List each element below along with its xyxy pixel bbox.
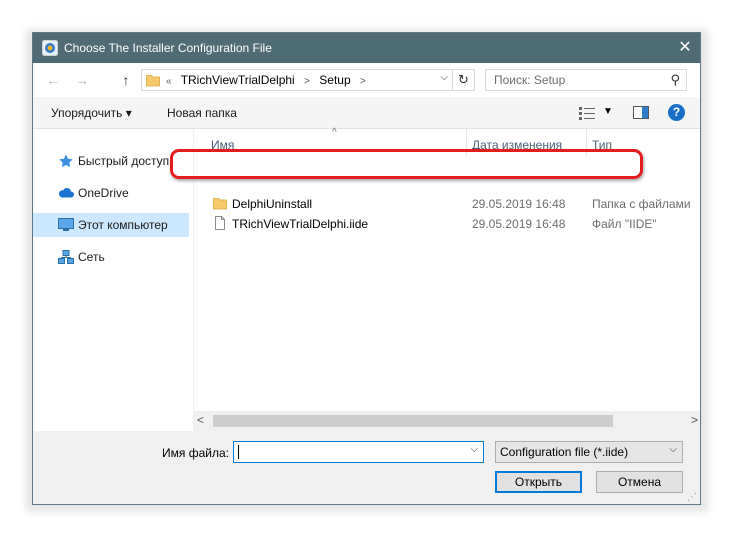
- sidebar-item-onedrive[interactable]: OneDrive: [33, 181, 189, 205]
- sidebar-item-label: OneDrive: [78, 186, 129, 200]
- file-type: Файл "IIDE": [592, 217, 657, 231]
- sort-ascending-icon: ^: [332, 127, 337, 138]
- breadcrumb-item-setup[interactable]: Setup: [319, 73, 350, 87]
- arrow-up-icon[interactable]: ↑: [117, 71, 135, 89]
- file-icon: [215, 216, 225, 230]
- chevron-right-icon[interactable]: >: [304, 76, 310, 87]
- navigation-pane: Быстрый доступ OneDrive Этот компьютер С…: [33, 129, 193, 431]
- file-name: DelphiUninstall: [232, 197, 313, 211]
- sidebar-item-quick-access[interactable]: Быстрый доступ: [33, 149, 189, 173]
- search-box[interactable]: ⚲: [485, 69, 687, 91]
- breadcrumb-overflow[interactable]: «: [166, 76, 172, 87]
- installer-app-icon: [42, 40, 58, 56]
- open-button[interactable]: Открыть: [495, 471, 582, 493]
- new-folder-button[interactable]: Новая папка: [167, 106, 237, 120]
- cloud-icon: [59, 188, 74, 198]
- star-icon: [59, 154, 73, 168]
- navigation-bar: ← → ↑ « TRichViewTrialDelphi > Setup > ⌵…: [33, 63, 700, 97]
- arrow-right-icon[interactable]: →: [73, 71, 91, 89]
- cancel-button[interactable]: Отмена: [596, 471, 683, 493]
- chevron-down-icon[interactable]: ⌵: [470, 444, 478, 455]
- sidebar-item-label: Сеть: [78, 250, 105, 264]
- file-name: TRichViewTrialDelphi.iide: [232, 217, 369, 231]
- filename-field[interactable]: ⌵: [233, 441, 484, 463]
- chevron-down-icon[interactable]: ⌵: [669, 444, 677, 455]
- folder-icon: [213, 198, 227, 210]
- sidebar-item-label: Быстрый доступ: [78, 154, 170, 168]
- file-dialog: Choose The Installer Configuration File …: [32, 32, 701, 505]
- window-title: Choose The Installer Configuration File: [64, 41, 272, 55]
- highlight-annotation: [170, 149, 643, 179]
- dialog-footer: Имя файла: ⌵ Configuration file (*.iide)…: [33, 431, 700, 504]
- breadcrumb: « TRichViewTrialDelphi > Setup >: [166, 73, 372, 87]
- scroll-left-icon[interactable]: <: [197, 413, 204, 427]
- sidebar-item-network[interactable]: Сеть: [33, 245, 189, 269]
- list-item-delphiuninstall[interactable]: DelphiUninstall 29.05.2019 16:48 Папка с…: [194, 193, 700, 213]
- filetype-select[interactable]: Configuration file (*.iide) ⌵: [495, 441, 683, 463]
- filename-label: Имя файла:: [162, 446, 229, 460]
- address-bar[interactable]: « TRichViewTrialDelphi > Setup > ⌵ ↻: [141, 69, 475, 91]
- search-icon[interactable]: ⚲: [670, 72, 680, 88]
- chevron-down-icon[interactable]: ⌵: [440, 72, 448, 83]
- command-toolbar: Упорядочить ▾ Новая папка ▼ ?: [33, 97, 700, 129]
- text-cursor: [238, 445, 239, 459]
- organize-button[interactable]: Упорядочить ▾: [51, 106, 132, 120]
- breadcrumb-item-trichviewtrialdelphi[interactable]: TRichViewTrialDelphi: [181, 73, 295, 87]
- computer-icon: [58, 218, 74, 231]
- refresh-icon[interactable]: ↻: [452, 70, 474, 90]
- list-item-trichviewtrialdelphi-iide[interactable]: TRichViewTrialDelphi.iide 29.05.2019 16:…: [194, 213, 700, 233]
- scroll-right-icon[interactable]: >: [691, 413, 698, 427]
- view-options-icon[interactable]: [579, 106, 595, 120]
- folder-icon: [146, 75, 160, 87]
- title-bar: Choose The Installer Configuration File …: [33, 33, 700, 63]
- chevron-down-icon[interactable]: ▼: [603, 106, 613, 117]
- chevron-right-icon[interactable]: >: [360, 76, 366, 87]
- close-icon[interactable]: ✕: [670, 33, 700, 63]
- network-icon: [58, 250, 74, 264]
- horizontal-scrollbar[interactable]: < >: [193, 411, 700, 431]
- file-date: 29.05.2019 16:48: [472, 197, 566, 211]
- search-input[interactable]: [494, 72, 664, 88]
- filetype-selected: Configuration file (*.iide): [500, 445, 629, 459]
- sidebar-item-label: Этот компьютер: [78, 218, 168, 232]
- file-date: 29.05.2019 16:48: [472, 217, 566, 231]
- sidebar-item-this-pc[interactable]: Этот компьютер: [33, 213, 189, 237]
- scrollbar-thumb[interactable]: [213, 415, 613, 427]
- help-icon[interactable]: ?: [668, 104, 685, 121]
- arrow-left-icon[interactable]: ←: [44, 71, 62, 89]
- file-type: Папка с файлами: [592, 197, 691, 211]
- preview-pane-icon[interactable]: [633, 106, 649, 119]
- resize-grip-icon[interactable]: ⋰: [687, 492, 697, 503]
